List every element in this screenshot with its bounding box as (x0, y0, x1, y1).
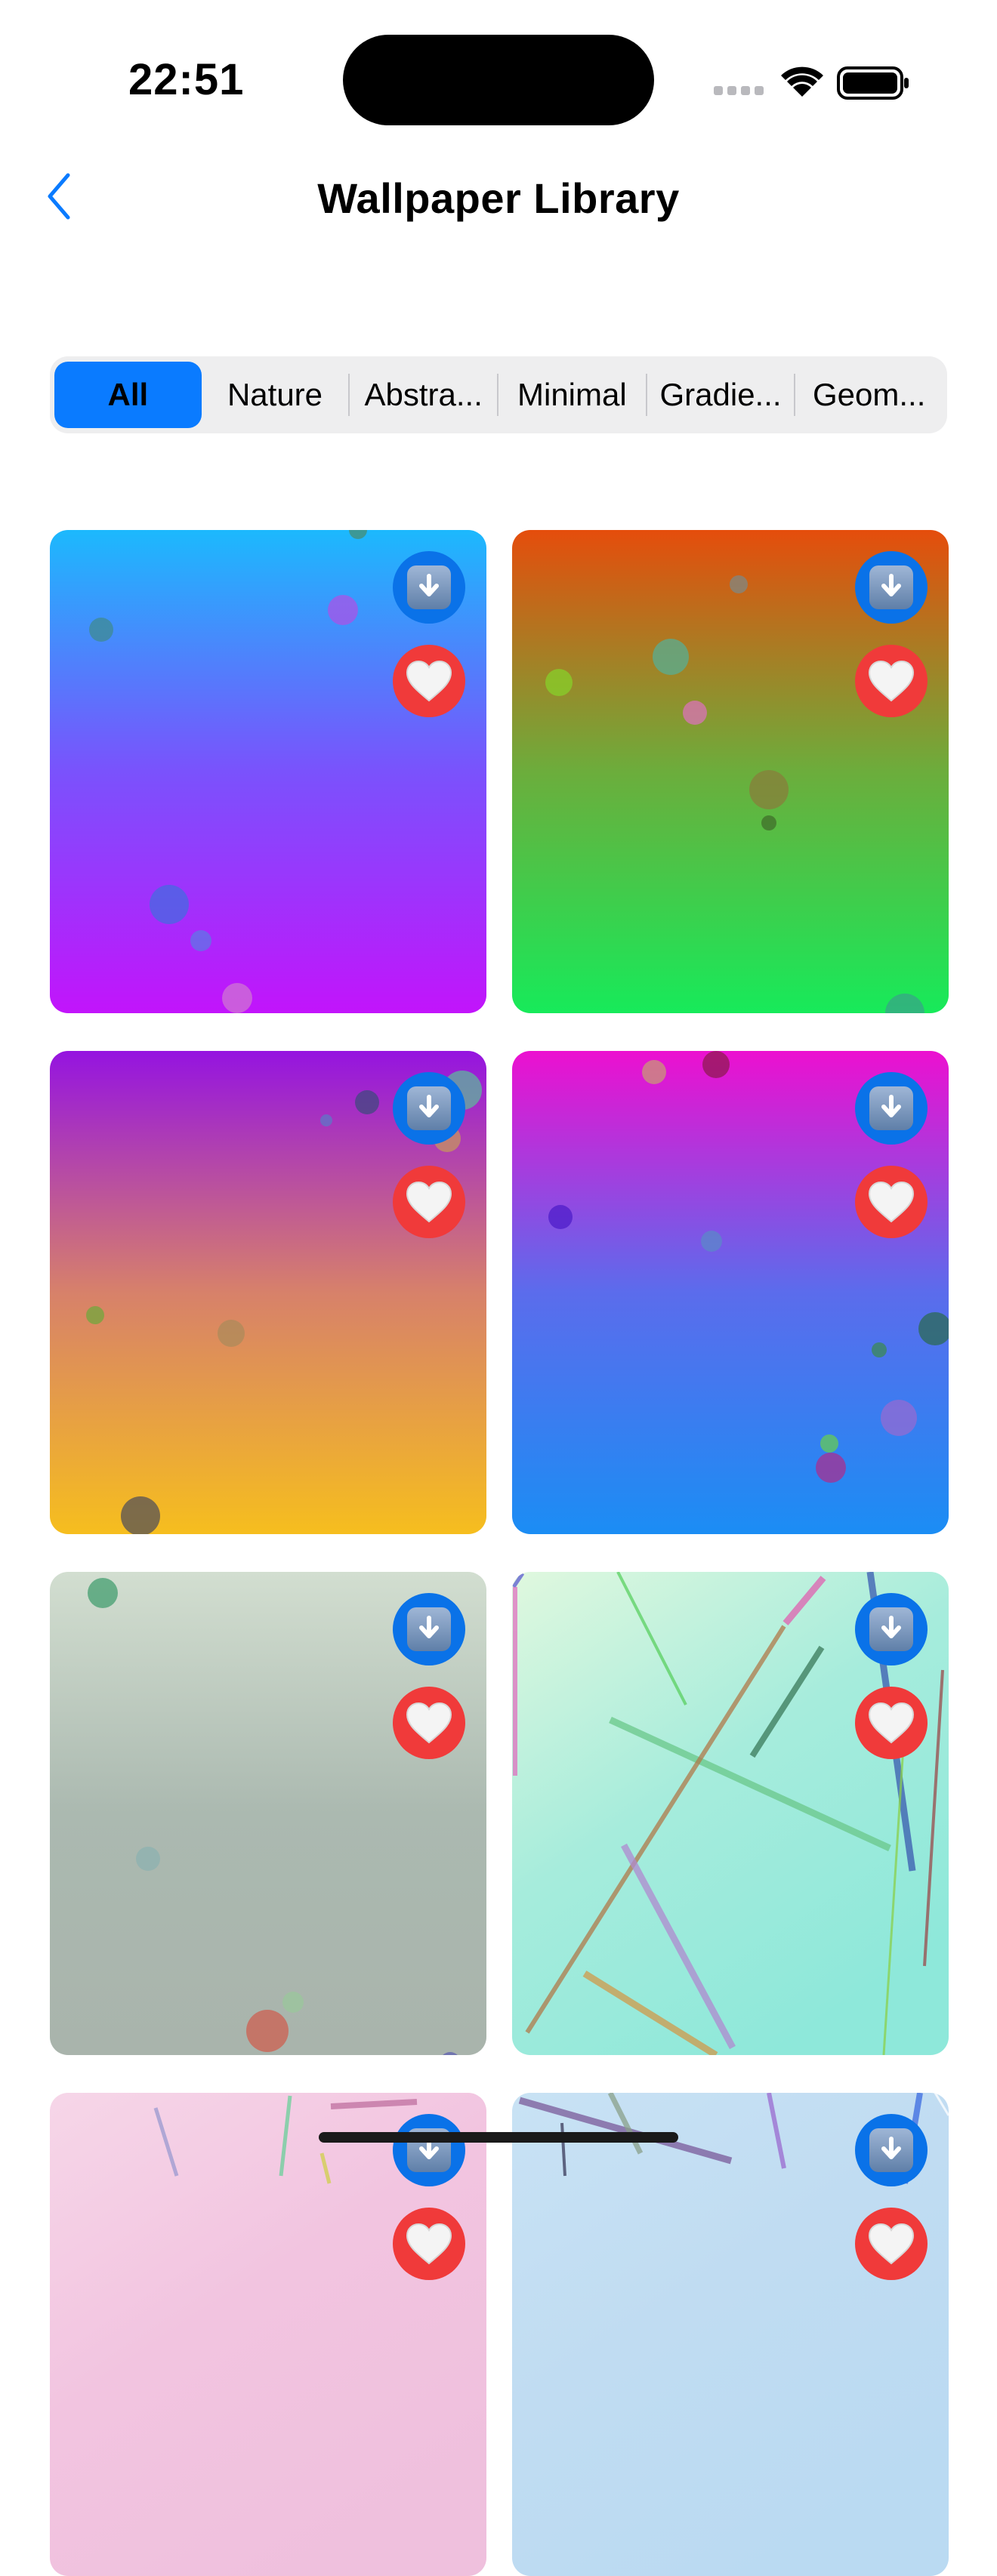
download-button[interactable] (393, 2114, 465, 2186)
download-button[interactable] (855, 1072, 928, 1145)
favorite-button[interactable] (855, 645, 928, 717)
segment-gradient[interactable]: Gradie... (647, 362, 795, 428)
favorite-button[interactable] (393, 645, 465, 717)
wallpaper-card[interactable] (50, 2093, 486, 2576)
heart-icon (406, 660, 452, 702)
download-icon (407, 1607, 451, 1651)
heart-icon (868, 1181, 915, 1223)
download-icon (869, 1086, 913, 1130)
favorite-button[interactable] (393, 1166, 465, 1238)
download-button[interactable] (393, 551, 465, 624)
segment-geometric[interactable]: Geom... (795, 362, 943, 428)
battery-icon (837, 66, 909, 100)
favorite-button[interactable] (855, 1166, 928, 1238)
download-button[interactable] (393, 1072, 465, 1145)
download-button[interactable] (393, 1593, 465, 1665)
cellular-signal-icon (714, 86, 764, 95)
download-button[interactable] (855, 551, 928, 624)
status-time: 22:51 (128, 55, 245, 104)
heart-icon (406, 1181, 452, 1223)
download-icon (407, 565, 451, 609)
heart-icon (406, 2223, 452, 2265)
heart-icon (868, 1702, 915, 1744)
wallpaper-card[interactable] (50, 1051, 486, 1534)
favorite-button[interactable] (393, 1687, 465, 1759)
dynamic-island (343, 35, 654, 125)
navigation-bar: Wallpaper Library (0, 151, 997, 242)
favorite-button[interactable] (393, 2208, 465, 2280)
wallpaper-card[interactable] (512, 2093, 949, 2576)
segment-minimal[interactable]: Minimal (498, 362, 646, 428)
page-title: Wallpaper Library (317, 174, 680, 222)
wallpaper-card[interactable] (50, 530, 486, 1013)
heart-icon (868, 2223, 915, 2265)
segment-abstract[interactable]: Abstra... (350, 362, 497, 428)
wallpaper-card[interactable] (50, 1572, 486, 2055)
download-button[interactable] (855, 1593, 928, 1665)
heart-icon (868, 660, 915, 702)
download-button[interactable] (855, 2114, 928, 2186)
segment-nature[interactable]: Nature (202, 362, 349, 428)
download-icon (869, 565, 913, 609)
wallpaper-card[interactable] (512, 1572, 949, 2055)
home-indicator (319, 2132, 678, 2143)
status-bar: 22:51 (0, 0, 997, 151)
download-icon (869, 2128, 913, 2172)
wallpaper-card[interactable] (512, 1051, 949, 1534)
download-icon (869, 1607, 913, 1651)
status-icons (714, 59, 910, 104)
favorite-button[interactable] (855, 2208, 928, 2280)
wallpaper-card[interactable] (512, 530, 949, 1013)
segment-all[interactable]: All (54, 362, 202, 428)
favorite-button[interactable] (855, 1687, 928, 1759)
download-icon (407, 1086, 451, 1130)
heart-icon (406, 1702, 452, 1744)
wifi-icon (781, 66, 823, 97)
category-segmented-control: All Nature Abstra... Minimal Gradie... G… (50, 356, 947, 433)
